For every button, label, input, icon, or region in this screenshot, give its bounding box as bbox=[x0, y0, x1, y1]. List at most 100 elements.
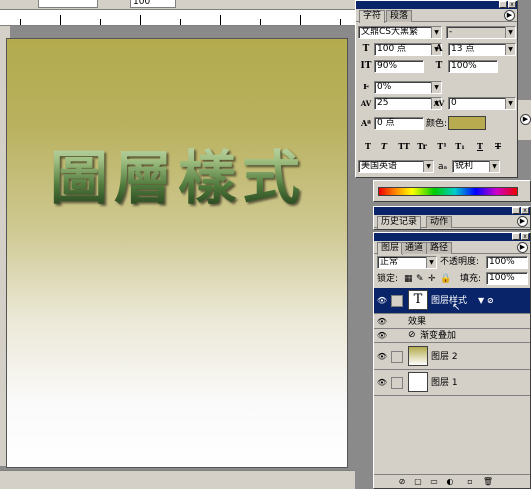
superscript-button[interactable]: T¹ bbox=[435, 140, 449, 152]
history-panel-titlebar[interactable]: _ x bbox=[374, 207, 530, 215]
add-style-icon[interactable]: ⊘ bbox=[396, 476, 408, 488]
language-select[interactable]: 美国英语 ▼ bbox=[358, 160, 434, 173]
leading-field[interactable]: 13 点 ▼ bbox=[448, 43, 516, 56]
eye-icon[interactable]: 👁 bbox=[376, 295, 388, 307]
eye-icon[interactable]: 👁 bbox=[376, 377, 388, 389]
eye-icon[interactable]: 👁 bbox=[376, 330, 388, 342]
antialias-icon: aₐ bbox=[438, 162, 448, 172]
chevron-down-icon: ▼ bbox=[489, 161, 499, 172]
close-icon[interactable]: x bbox=[521, 207, 529, 214]
link-box[interactable] bbox=[391, 351, 403, 363]
layer-name[interactable]: 图层 2 bbox=[431, 351, 458, 363]
minimize-icon[interactable]: _ bbox=[512, 207, 520, 214]
font-size-value: 100 点 bbox=[377, 44, 407, 54]
faux-italic-button[interactable]: T bbox=[377, 140, 391, 152]
panel-menu-icon[interactable]: ▶ bbox=[520, 114, 531, 125]
tab-paths[interactable]: 路径 bbox=[426, 242, 453, 254]
fill-field[interactable]: 100% bbox=[486, 272, 528, 285]
ruler-horizontal bbox=[0, 10, 355, 26]
layer-effects-header[interactable]: 👁 效果 bbox=[374, 315, 530, 329]
document-canvas[interactable]: 圖層樣式 bbox=[6, 38, 348, 468]
baseline-pct-value: 0% bbox=[377, 82, 392, 92]
font-family-select[interactable]: 文鼎CS大黑繁 ▼ bbox=[358, 26, 442, 39]
effect-name: 渐变叠加 bbox=[420, 331, 457, 341]
minimize-icon[interactable]: _ bbox=[499, 1, 507, 8]
small-caps-button[interactable]: Tr bbox=[415, 140, 429, 152]
new-layer-icon[interactable]: ▫ bbox=[464, 476, 476, 488]
font-family-value: 文鼎CS大黑繁 bbox=[361, 27, 418, 37]
new-set-icon[interactable]: ▭ bbox=[428, 476, 440, 488]
strikethrough-button[interactable]: T bbox=[491, 140, 505, 152]
character-panel-titlebar[interactable]: _ x bbox=[356, 1, 517, 9]
leading-icon: A bbox=[435, 44, 443, 54]
baseline-shift-icon: Aª bbox=[360, 118, 372, 128]
panel-menu-icon[interactable]: ▶ bbox=[504, 10, 515, 21]
layer-name[interactable]: 图层样式 bbox=[431, 295, 467, 307]
tab-actions[interactable]: 动作 bbox=[426, 216, 453, 228]
eye-icon[interactable]: 👁 bbox=[376, 316, 388, 328]
layers-bottom-toolbar: ⊘ ▢ ▭ ◐ ▫ 🗑 bbox=[374, 474, 530, 488]
layers-empty-area bbox=[374, 397, 530, 475]
kerning-field[interactable]: 0 ▼ bbox=[448, 97, 516, 110]
color-label: 颜色: bbox=[426, 119, 448, 129]
lock-image-icon[interactable]: ✎ bbox=[416, 273, 424, 285]
faux-bold-button[interactable]: T bbox=[361, 140, 375, 152]
trash-icon[interactable]: 🗑 bbox=[482, 476, 494, 488]
panel-menu-icon[interactable]: ▶ bbox=[517, 242, 528, 253]
layer-row-text[interactable]: 👁 T 图层样式 ▼ ⊘ ↖ bbox=[374, 288, 530, 314]
character-panel: _ x 字符 段落 ▶ 文鼎CS大黑繁 ▼ - ▼ T 100 点 ▼ A 13… bbox=[355, 0, 518, 178]
brush-icon[interactable] bbox=[391, 295, 403, 307]
layer-name[interactable]: 图层 1 bbox=[431, 377, 458, 389]
layer-effect-gradient-overlay[interactable]: 👁 ⊘ 渐变叠加 bbox=[374, 329, 530, 343]
underline-button[interactable]: T bbox=[473, 140, 487, 152]
close-icon[interactable]: x bbox=[508, 1, 516, 8]
baseline-pct-field[interactable]: 0% ▼ bbox=[374, 81, 442, 94]
color-ramp[interactable] bbox=[378, 187, 518, 196]
adjustment-layer-icon[interactable]: ◐ bbox=[444, 476, 456, 488]
layer-row-1[interactable]: 👁 图层 1 bbox=[374, 370, 530, 396]
effects-label: 效果 bbox=[408, 317, 427, 327]
layer-effects-icon[interactable]: ▼ ⊘ bbox=[478, 296, 494, 305]
tab-layers[interactable]: 图层 bbox=[377, 242, 404, 255]
minimize-icon[interactable]: _ bbox=[512, 233, 520, 240]
options-field-2[interactable]: 100 bbox=[130, 0, 176, 8]
vertical-scale-field[interactable]: 90% bbox=[374, 60, 424, 73]
chevron-down-icon: ▼ bbox=[431, 82, 441, 93]
antialias-value: 锐利 bbox=[455, 161, 474, 171]
antialias-select[interactable]: 锐利 ▼ bbox=[452, 160, 500, 173]
layers-panel-titlebar[interactable]: _ x bbox=[374, 233, 530, 241]
baseline-shift-field[interactable]: 0 点 bbox=[374, 117, 424, 130]
style-buttons-row: T T TT Tr T¹ T₁ T T bbox=[361, 140, 511, 152]
tab-channels[interactable]: 通道 bbox=[401, 242, 428, 254]
blend-mode-select[interactable]: 正常 ▼ bbox=[377, 256, 437, 269]
panel-menu-icon[interactable]: ▶ bbox=[517, 216, 528, 227]
lock-transparent-icon[interactable]: ▦ bbox=[404, 273, 413, 285]
horizontal-scrollbar[interactable] bbox=[0, 470, 355, 489]
add-mask-icon[interactable]: ▢ bbox=[412, 476, 424, 488]
options-field-1[interactable] bbox=[38, 0, 98, 8]
options-bar: 100 bbox=[0, 0, 355, 10]
layer-row-2[interactable]: 👁 图层 2 bbox=[374, 344, 530, 370]
canvas-text-layer[interactable]: 圖層樣式 bbox=[7, 131, 349, 215]
subscript-button[interactable]: T₁ bbox=[453, 140, 467, 152]
horizontal-scale-icon: T bbox=[435, 61, 443, 71]
leading-value: 13 点 bbox=[451, 44, 475, 54]
text-color-swatch[interactable] bbox=[448, 116, 486, 130]
vertical-scale-icon: IT bbox=[360, 61, 372, 71]
tab-paragraph[interactable]: 段落 bbox=[386, 10, 413, 22]
eye-icon[interactable]: 👁 bbox=[376, 351, 388, 363]
close-icon[interactable]: x bbox=[521, 233, 529, 240]
tab-history[interactable]: 历史记录 bbox=[377, 216, 422, 229]
opacity-field[interactable]: 100% bbox=[486, 256, 528, 269]
horizontal-scale-field[interactable]: 100% bbox=[448, 60, 498, 73]
tab-character[interactable]: 字符 bbox=[359, 10, 386, 23]
link-box[interactable] bbox=[391, 377, 403, 389]
all-caps-button[interactable]: TT bbox=[397, 140, 411, 152]
palette-dock: _ x 字符 段落 ▶ 文鼎CS大黑繁 ▼ - ▼ T 100 点 ▼ A 13… bbox=[355, 0, 531, 489]
font-style-select[interactable]: - ▼ bbox=[446, 26, 516, 39]
text-layer-thumbnail-icon: T bbox=[408, 290, 428, 310]
white-layer-thumbnail bbox=[408, 372, 428, 392]
lock-position-icon[interactable]: ✛ bbox=[428, 273, 436, 285]
lock-all-icon[interactable]: 🔒 bbox=[440, 273, 451, 285]
fill-label: 填充: bbox=[460, 274, 482, 284]
